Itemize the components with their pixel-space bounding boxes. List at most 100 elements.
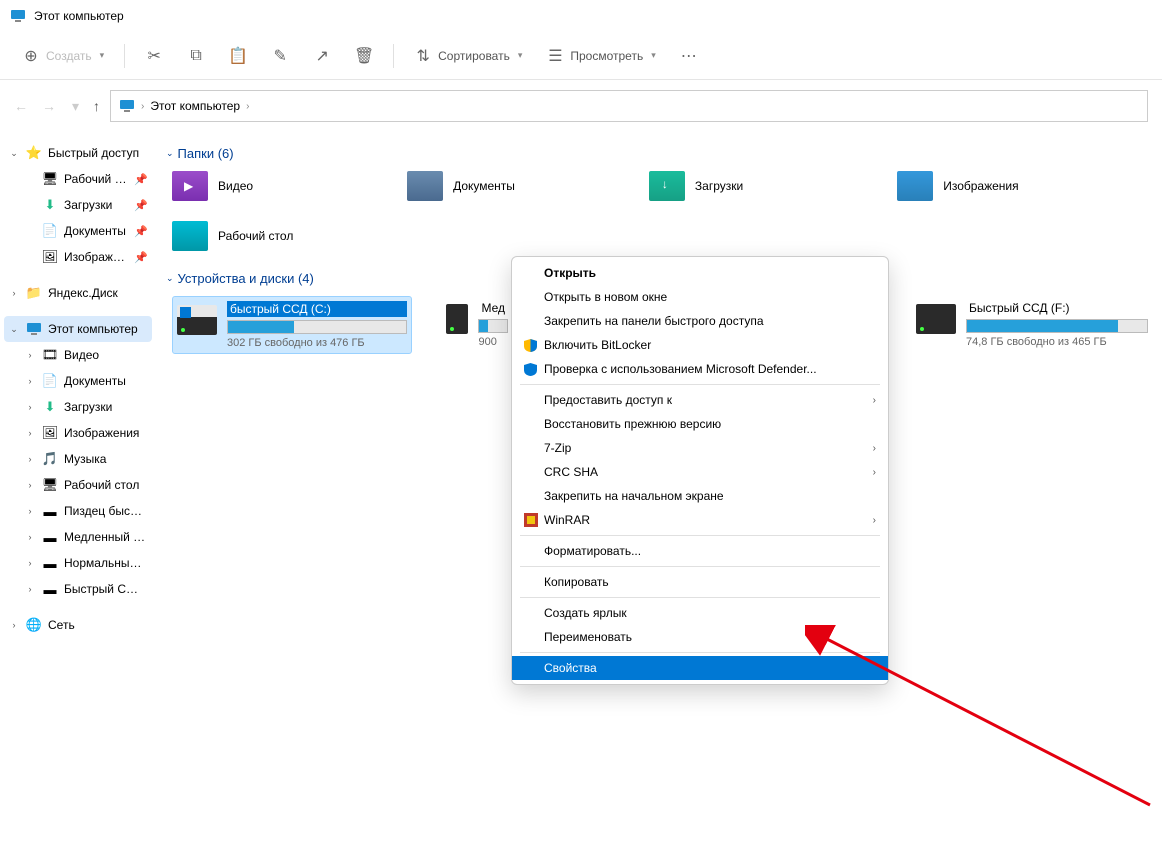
- folder-documents[interactable]: Документы: [407, 171, 515, 201]
- separator: [520, 597, 880, 598]
- context-menu: Открыть Открыть в новом окне Закрепить н…: [511, 256, 889, 685]
- tree-drive1[interactable]: ›▬Пиздец быстрый: [4, 498, 152, 524]
- view-button[interactable]: ☰ Просмотреть ▾: [536, 41, 665, 71]
- copy-button[interactable]: ⧉: [177, 41, 215, 71]
- folder-pictures[interactable]: Изображения: [897, 171, 1018, 201]
- download-icon: ⬇: [42, 399, 58, 415]
- download-folder-icon: ↓: [649, 171, 685, 201]
- caret-icon[interactable]: ›: [8, 620, 20, 630]
- tree-network[interactable]: › 🌐 Сеть: [4, 612, 152, 638]
- tree-downloads-pc[interactable]: ›⬇Загрузки: [4, 394, 152, 420]
- tree-videos[interactable]: ›🎞Видео: [4, 342, 152, 368]
- document-icon: 📄: [42, 223, 58, 239]
- breadcrumb-this-pc[interactable]: Этот компьютер: [150, 99, 240, 113]
- tree-documents-pc[interactable]: ›📄Документы: [4, 368, 152, 394]
- cut-icon: ✂: [145, 47, 163, 65]
- ctx-crc[interactable]: CRC SHA›: [512, 460, 888, 484]
- forward-button[interactable]: →: [42, 98, 56, 114]
- drive-free-text: 74,8 ГБ свободно из 465 ГБ: [966, 336, 1148, 348]
- tree-pictures-pc[interactable]: ›🖼Изображения: [4, 420, 152, 446]
- ctx-open-new[interactable]: Открыть в новом окне: [512, 285, 888, 309]
- back-button[interactable]: ←: [14, 98, 28, 114]
- tree-drive2[interactable]: ›▬Медленный хард: [4, 524, 152, 550]
- ctx-share[interactable]: Предоставить доступ к›: [512, 388, 888, 412]
- folder-videos[interactable]: ▶ Видео: [172, 171, 253, 201]
- tree-yandex[interactable]: › 📁 Яндекс.Диск: [4, 280, 152, 306]
- drive-usage-bar: [478, 319, 508, 333]
- rename-icon: ✎: [271, 47, 289, 65]
- tree-downloads[interactable]: ⬇ Загрузки📌: [4, 192, 152, 218]
- desktop-folder-icon: [172, 221, 208, 251]
- tree-music[interactable]: ›🎵Музыка: [4, 446, 152, 472]
- more-button[interactable]: ⋯: [670, 41, 708, 71]
- this-pc-icon: [119, 98, 135, 114]
- chevron-down-icon: ▾: [100, 50, 105, 61]
- tree-drive4[interactable]: ›▬Быстрый ССД (F:): [4, 576, 152, 602]
- desktop-icon: 🖥: [42, 171, 58, 187]
- ctx-copy[interactable]: Копировать: [512, 570, 888, 594]
- ctx-pin-quick[interactable]: Закрепить на панели быстрого доступа: [512, 309, 888, 333]
- ctx-defender[interactable]: Проверка с использованием Microsoft Defe…: [512, 357, 888, 381]
- tree-desktop[interactable]: 🖥 Рабочий стол📌: [4, 166, 152, 192]
- tree-drive3[interactable]: ›▬Нормальный ха: [4, 550, 152, 576]
- caret-icon[interactable]: ⌄: [8, 324, 20, 335]
- drive-free-text: 302 ГБ свободно из 476 ГБ: [227, 337, 407, 349]
- ctx-open[interactable]: Открыть: [512, 261, 888, 285]
- up-button[interactable]: ↑: [93, 98, 100, 114]
- delete-button[interactable]: 🗑: [345, 41, 383, 71]
- ctx-rename[interactable]: Переименовать: [512, 625, 888, 649]
- chevron-down-icon: ⌄: [166, 148, 174, 159]
- plus-icon: ⊕: [22, 47, 40, 65]
- drive-icon: ▬: [42, 581, 58, 597]
- ctx-properties[interactable]: Свойства: [512, 656, 888, 680]
- view-icon: ☰: [546, 47, 564, 65]
- titlebar: Этот компьютер: [0, 0, 1162, 32]
- caret-icon[interactable]: ›: [8, 288, 20, 298]
- folders-section-header[interactable]: ⌄ Папки (6): [166, 146, 1152, 161]
- drive-f[interactable]: Быстрый ССД (F:) 74,8 ГБ свободно из 465…: [912, 296, 1152, 354]
- ctx-bitlocker[interactable]: Включить BitLocker: [512, 333, 888, 357]
- drive-usage-bar: [227, 320, 407, 334]
- drive-c[interactable]: быстрый ССД (C:) 302 ГБ свободно из 476 …: [172, 296, 412, 354]
- tree-pictures[interactable]: 🖼 Изображения📌: [4, 244, 152, 270]
- tree-quick-access[interactable]: ⌄ ⭐ Быстрый доступ: [4, 140, 152, 166]
- ctx-restore[interactable]: Восстановить прежнюю версию: [512, 412, 888, 436]
- address-bar[interactable]: › Этот компьютер ›: [110, 90, 1148, 122]
- ctx-pin-start[interactable]: Закрепить на начальном экране: [512, 484, 888, 508]
- ctx-7zip[interactable]: 7-Zip›: [512, 436, 888, 460]
- delete-icon: 🗑: [355, 47, 373, 65]
- new-button[interactable]: ⊕ Создать ▾: [12, 41, 114, 71]
- music-icon: 🎵: [42, 451, 58, 467]
- caret-icon[interactable]: ⌄: [8, 148, 20, 159]
- picture-icon: 🖼: [42, 425, 58, 441]
- folder-icon: 📁: [26, 285, 42, 301]
- toolbar: ⊕ Создать ▾ ✂ ⧉ 📋 ✎ ↗ 🗑 ⇅ Сортировать ▾ …: [0, 32, 1162, 80]
- submenu-arrow-icon: ›: [873, 443, 876, 454]
- star-icon: ⭐: [26, 145, 42, 161]
- drive-d[interactable]: Мед 900: [442, 296, 512, 354]
- ctx-winrar[interactable]: WinRAR›: [512, 508, 888, 532]
- tree-this-pc[interactable]: ⌄ Этот компьютер: [4, 316, 152, 342]
- sort-button[interactable]: ⇅ Сортировать ▾: [404, 41, 532, 71]
- sort-icon: ⇅: [414, 47, 432, 65]
- tree-desktop-pc[interactable]: ›🖥Рабочий стол: [4, 472, 152, 498]
- rename-button[interactable]: ✎: [261, 41, 299, 71]
- ctx-shortcut[interactable]: Создать ярлык: [512, 601, 888, 625]
- drive-icon: ▬: [42, 555, 58, 571]
- pin-icon: 📌: [134, 251, 146, 264]
- ctx-format[interactable]: Форматировать...: [512, 539, 888, 563]
- more-icon: ⋯: [680, 47, 698, 65]
- this-pc-icon: [10, 8, 26, 24]
- folder-downloads[interactable]: ↓ Загрузки: [649, 171, 743, 201]
- drive-name: быстрый ССД (C:): [227, 301, 407, 317]
- folder-desktop[interactable]: Рабочий стол: [172, 221, 293, 251]
- breadcrumb-sep: ›: [246, 101, 249, 112]
- tree-documents[interactable]: 📄 Документы📌: [4, 218, 152, 244]
- drive-free-text: 900: [478, 336, 508, 348]
- history-dropdown[interactable]: ▾: [72, 98, 79, 115]
- pin-icon: 📌: [134, 225, 146, 238]
- share-button[interactable]: ↗: [303, 41, 341, 71]
- paste-button[interactable]: 📋: [219, 41, 257, 71]
- navigation-tree: ⌄ ⭐ Быстрый доступ 🖥 Рабочий стол📌 ⬇ Заг…: [0, 132, 156, 858]
- cut-button[interactable]: ✂: [135, 41, 173, 71]
